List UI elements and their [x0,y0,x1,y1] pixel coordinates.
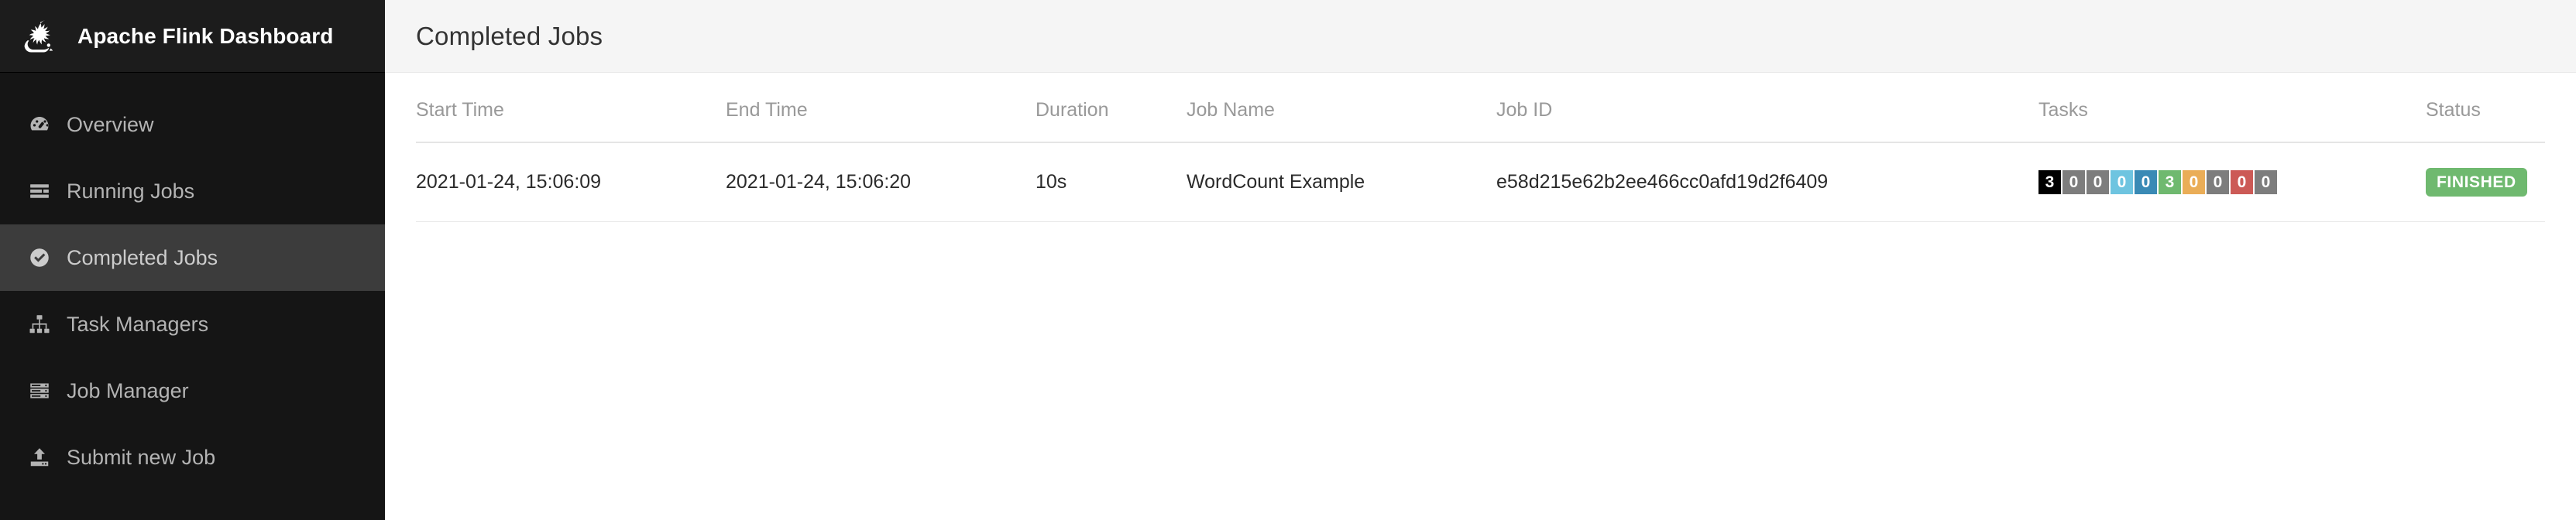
column-header-tasks[interactable]: Tasks [2038,99,2426,143]
table-body: 2021-01-24, 15:06:09 2021-01-24, 15:06:2… [416,142,2545,222]
brand-title: Apache Flink Dashboard [77,23,334,48]
content-area: Start Time End Time Duration Job Name Jo… [385,73,2576,520]
sidebar-item-job-manager[interactable]: Job Manager [0,358,385,424]
status-badge: FINISHED [2426,168,2527,197]
task-count-running: 0 [2135,170,2157,194]
sidebar-item-label: Task Managers [67,312,209,336]
column-header-job-name[interactable]: Job Name [1187,99,1496,143]
cell-start-time: 2021-01-24, 15:06:09 [416,142,726,222]
task-count-created: 0 [2063,170,2085,194]
task-count-failed: 0 [2231,170,2253,194]
task-count-canceling: 0 [2183,170,2205,194]
task-count-canceled: 0 [2207,170,2229,194]
sidebar-item-label: Overview [67,112,154,136]
table-header-row: Start Time End Time Duration Job Name Jo… [416,99,2545,143]
table-row[interactable]: 2021-01-24, 15:06:09 2021-01-24, 15:06:2… [416,142,2545,222]
task-count-scheduled: 0 [2087,170,2109,194]
column-header-job-id[interactable]: Job ID [1496,99,2038,143]
table-head: Start Time End Time Duration Job Name Jo… [416,99,2545,143]
tasks-status-strip: 3000030000 [2038,170,2277,194]
column-header-end-time[interactable]: End Time [726,99,1036,143]
sidebar-item-label: Job Manager [67,378,189,402]
check-circle-icon [26,245,53,271]
sidebar-item-running-jobs[interactable]: Running Jobs [0,158,385,224]
completed-jobs-table: Start Time End Time Duration Job Name Jo… [416,99,2545,222]
page-header: Completed Jobs [385,0,2576,73]
sidebar-item-overview[interactable]: Overview [0,91,385,158]
task-count-total: 3 [2038,170,2061,194]
cell-status: FINISHED [2426,142,2545,222]
column-header-start-time[interactable]: Start Time [416,99,726,143]
task-count-reconciling: 0 [2255,170,2277,194]
sidebar: Apache Flink Dashboard Overview Running … [0,0,385,520]
server-rack-icon [26,378,53,404]
sitemap-icon [26,311,53,337]
task-count-deploying: 0 [2111,170,2133,194]
sidebar-item-label: Running Jobs [67,179,195,203]
task-count-finished: 3 [2159,170,2181,194]
column-header-duration[interactable]: Duration [1036,99,1187,143]
column-header-status[interactable]: Status [2426,99,2545,143]
cell-duration: 10s [1036,142,1187,222]
cell-job-id: e58d215e62b2ee466cc0afd19d2f6409 [1496,142,2038,222]
page-title: Completed Jobs [416,21,603,50]
sidebar-item-submit-new-job[interactable]: Submit new Job [0,424,385,491]
sidebar-item-task-managers[interactable]: Task Managers [0,291,385,358]
running-jobs-list-icon [26,178,53,204]
brand-header[interactable]: Apache Flink Dashboard [0,0,385,73]
app-root: Apache Flink Dashboard Overview Running … [0,0,2576,520]
sidebar-item-completed-jobs[interactable]: Completed Jobs [0,224,385,291]
upload-icon [26,444,53,470]
cell-tasks: 3000030000 [2038,142,2426,222]
sidebar-item-label: Submit new Job [67,445,216,469]
cell-end-time: 2021-01-24, 15:06:20 [726,142,1036,222]
cell-job-name[interactable]: WordCount Example [1187,142,1496,222]
main-content: Completed Jobs Start Time End Time Durat… [385,0,2576,520]
dashboard-gauge-icon [26,111,53,138]
flink-squirrel-logo-icon [17,14,62,59]
sidebar-nav: Overview Running Jobs Completed Jobs Tas… [0,73,385,520]
sidebar-item-label: Completed Jobs [67,245,218,269]
